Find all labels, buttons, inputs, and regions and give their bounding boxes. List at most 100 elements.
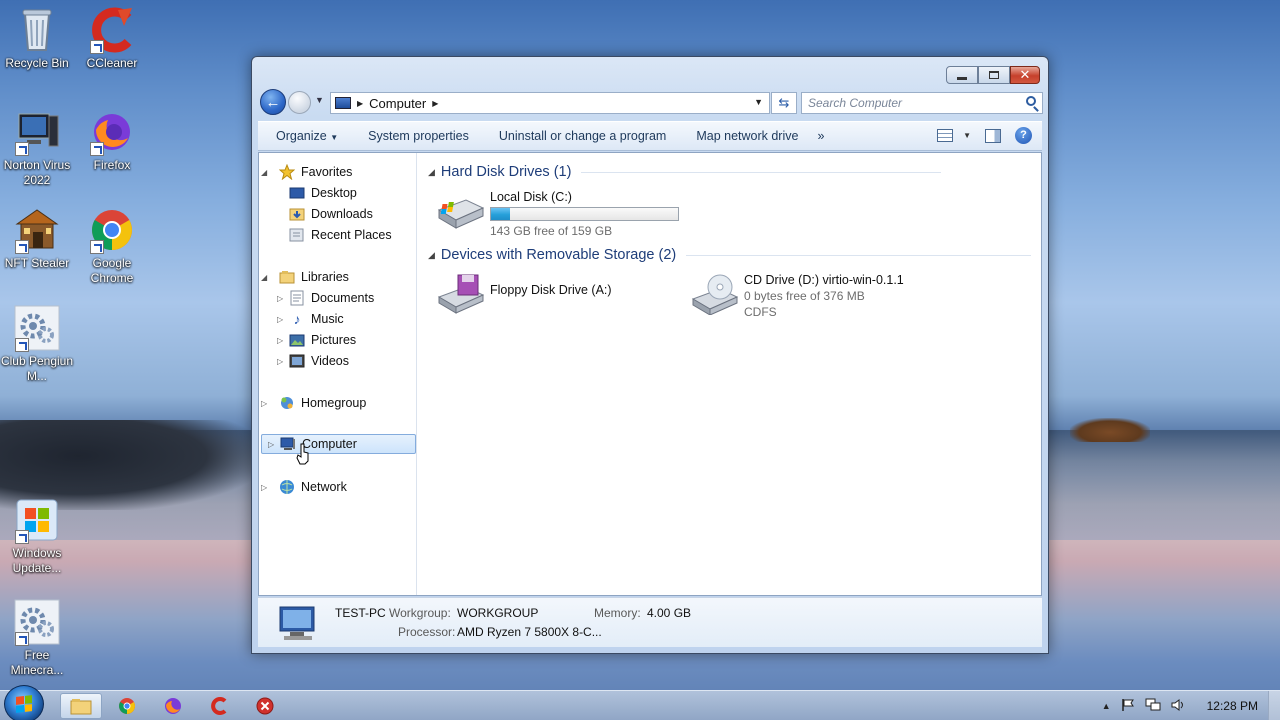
processor-value: AMD Ryzen 7 5800X 8-C...	[457, 625, 602, 639]
volume-icon[interactable]	[1171, 698, 1187, 715]
music-icon: ♪	[293, 311, 301, 327]
nav-recent-places[interactable]: Recent Places	[289, 225, 392, 245]
taskbar-explorer[interactable]	[60, 693, 102, 719]
help-icon[interactable]: ?	[1015, 127, 1032, 144]
collapsed-arrow-icon[interactable]: ▷	[277, 357, 283, 366]
desktop-icon-free-minecraft[interactable]: Free Minecra...	[0, 598, 76, 678]
nav-label: Recent Places	[311, 228, 392, 242]
collapsed-arrow-icon[interactable]: ▷	[268, 440, 274, 449]
shortcut-arrow-icon	[15, 530, 29, 544]
maximize-icon	[989, 71, 999, 79]
collapse-group-icon[interactable]: ◢	[428, 250, 435, 261]
taskbar-chrome[interactable]	[106, 693, 148, 719]
icon-label: NFT Stealer	[4, 256, 70, 270]
nav-music[interactable]: ▷ ♪ Music	[277, 309, 344, 329]
expanded-arrow-icon[interactable]: ◢	[261, 273, 267, 282]
drive-floppy-a[interactable]: Floppy Disk Drive (A:)	[436, 273, 612, 315]
explorer-window[interactable]: ✕ ← ▼ ▶ Computer ▶ ▼ ⇆ Organize ▼ System…	[251, 56, 1049, 654]
taskbar-firefox[interactable]	[152, 693, 194, 719]
group-header-hard-disk-drives[interactable]: ◢ Hard Disk Drives (1)	[428, 164, 942, 180]
nav-label: Network	[301, 480, 347, 494]
shortcut-arrow-icon	[90, 40, 104, 54]
downloads-folder-icon	[289, 206, 305, 222]
icon-label: CCleaner	[86, 56, 138, 70]
folder-icon	[70, 699, 92, 715]
address-bar[interactable]: ▶ Computer ▶ ▼	[330, 92, 770, 114]
refresh-button[interactable]: ⇆	[771, 92, 797, 114]
nav-videos[interactable]: ▷ Videos	[277, 351, 349, 371]
map-network-drive-button[interactable]: Map network drive	[681, 129, 813, 143]
desktop-icon-norton[interactable]: Norton Virus 2022	[0, 108, 76, 188]
group-header-removable-storage[interactable]: ◢ Devices with Removable Storage (2)	[428, 247, 1032, 263]
view-options-dropdown-icon[interactable]: ▼	[963, 131, 971, 140]
show-desktop-button[interactable]	[1268, 691, 1280, 720]
chrome-icon	[88, 206, 136, 254]
navigation-pane[interactable]: ◢ Favorites Desktop Downloads Recent Pla…	[259, 153, 417, 595]
collapsed-arrow-icon[interactable]: ▷	[261, 399, 267, 408]
chevron-right-icon[interactable]: ▶	[357, 99, 363, 108]
address-dropdown-icon[interactable]: ▼	[754, 97, 763, 107]
desktop-icon-chrome[interactable]: Google Chrome	[73, 206, 151, 286]
network-status-icon[interactable]	[1145, 698, 1161, 715]
close-button[interactable]: ✕	[1010, 66, 1040, 84]
search-icon[interactable]	[1026, 96, 1036, 106]
nav-label: Downloads	[311, 207, 373, 221]
organize-button[interactable]: Organize ▼	[258, 129, 353, 143]
collapse-group-icon[interactable]: ◢	[428, 167, 435, 178]
desktop-icon-windows-update[interactable]: Windows Update...	[0, 496, 76, 576]
group-divider	[581, 171, 942, 173]
drive-cd-d[interactable]: CD Drive (D:) virtio-win-0.1.1 0 bytes f…	[690, 273, 904, 319]
nav-homegroup[interactable]: ▷ Homegroup	[261, 393, 366, 413]
nav-documents[interactable]: ▷ Documents	[277, 288, 374, 308]
content-pane[interactable]: ◢ Hard Disk Drives (1) Local Disk (C:) 1…	[418, 153, 1041, 595]
collapsed-arrow-icon[interactable]: ▷	[277, 294, 283, 303]
desktop-icon-recycle-bin[interactable]: Recycle Bin	[0, 6, 76, 71]
nav-pictures[interactable]: ▷ Pictures	[277, 330, 356, 350]
desktop-icon-ccleaner[interactable]: CCleaner	[73, 6, 151, 71]
recent-pages-dropdown[interactable]: ▼	[315, 95, 324, 105]
nav-desktop[interactable]: Desktop	[289, 183, 357, 203]
more-commands-button[interactable]: »	[813, 129, 828, 143]
desktop-icon-club-penguin[interactable]: Club Pengiun M...	[0, 304, 76, 384]
desktop-icon-nft-stealer[interactable]: NFT Stealer	[0, 206, 76, 271]
drive-local-disk-c[interactable]: Local Disk (C:) 143 GB free of 159 GB	[436, 190, 679, 238]
breadcrumb-computer[interactable]: Computer	[369, 96, 426, 111]
drive-name: CD Drive (D:) virtio-win-0.1.1	[744, 273, 904, 287]
system-properties-button[interactable]: System properties	[353, 129, 484, 143]
action-center-flag-icon[interactable]	[1121, 698, 1135, 715]
nav-downloads[interactable]: Downloads	[289, 204, 373, 224]
workgroup-value: WORKGROUP	[457, 606, 539, 620]
preview-pane-icon[interactable]	[985, 128, 1001, 143]
wallpaper-rock	[1070, 418, 1150, 442]
pictures-icon	[289, 332, 305, 348]
nav-computer[interactable]: ▷ Computer	[261, 434, 416, 454]
group-divider	[686, 254, 1032, 256]
details-pane: TEST-PC Workgroup: WORKGROUP Memory: 4.0…	[258, 597, 1042, 647]
minimize-button[interactable]	[946, 66, 978, 84]
maximize-button[interactable]	[978, 66, 1010, 84]
desktop-icon-firefox[interactable]: Firefox	[73, 108, 151, 173]
start-button[interactable]	[4, 685, 44, 720]
taskbar-ccleaner[interactable]	[198, 693, 240, 719]
homegroup-icon	[279, 395, 295, 411]
firefox-icon	[88, 108, 136, 156]
change-view-icon[interactable]	[937, 129, 954, 142]
pc-name: TEST-PC	[335, 606, 386, 620]
expanded-arrow-icon[interactable]: ◢	[261, 168, 267, 177]
nav-network[interactable]: ▷ Network	[261, 477, 347, 497]
nav-favorites[interactable]: ◢ Favorites	[261, 162, 352, 182]
search-input[interactable]	[802, 96, 1012, 110]
clock[interactable]: 12:28 PM	[1207, 699, 1258, 713]
uninstall-program-button[interactable]: Uninstall or change a program	[484, 129, 681, 143]
forward-button[interactable]	[288, 91, 311, 114]
back-button[interactable]: ←	[260, 89, 286, 115]
taskbar-app-error[interactable]	[244, 693, 286, 719]
computer-icon	[276, 604, 320, 644]
nav-libraries[interactable]: ◢ Libraries	[261, 267, 349, 287]
chevron-right-icon[interactable]: ▶	[432, 99, 438, 108]
search-box[interactable]	[801, 92, 1043, 114]
collapsed-arrow-icon[interactable]: ▷	[277, 336, 283, 345]
collapsed-arrow-icon[interactable]: ▷	[261, 483, 267, 492]
collapsed-arrow-icon[interactable]: ▷	[277, 315, 283, 324]
show-hidden-icons-button[interactable]: ▲	[1102, 701, 1111, 711]
